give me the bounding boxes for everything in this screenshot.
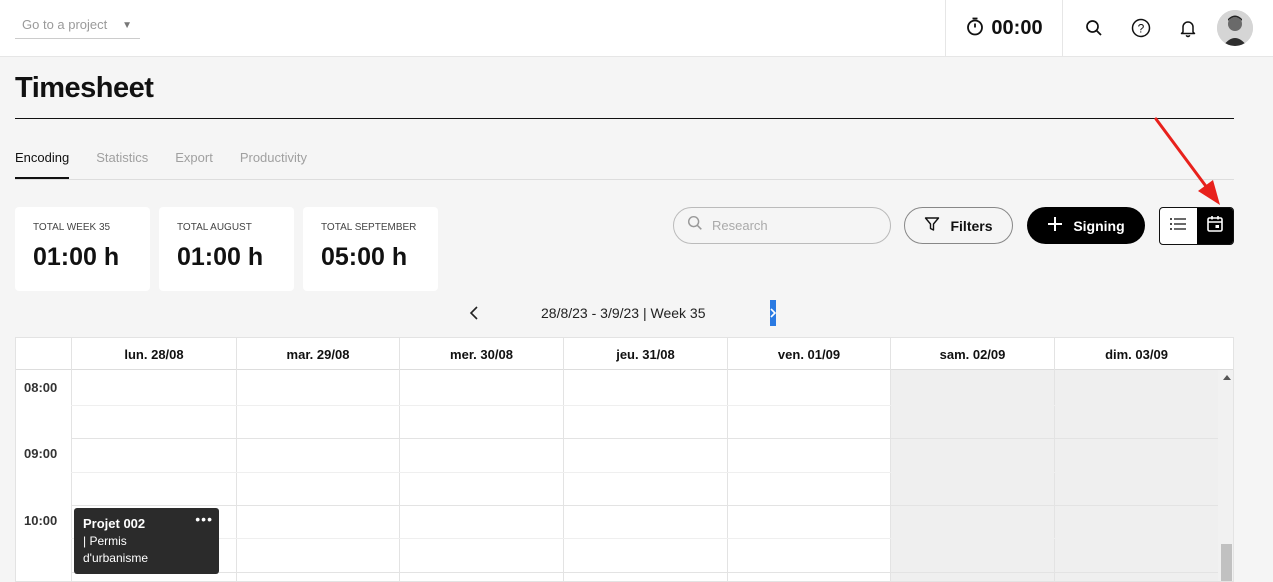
annotation-arrow-icon bbox=[1154, 117, 1220, 205]
stopwatch-icon bbox=[965, 16, 985, 41]
title-divider bbox=[15, 118, 1234, 119]
filter-icon bbox=[924, 216, 940, 235]
stat-value: 05:00 h bbox=[321, 243, 408, 271]
scroll-up-icon[interactable] bbox=[1223, 375, 1231, 380]
time-label: 08:00 bbox=[24, 380, 58, 395]
half-hour-line bbox=[71, 472, 1218, 473]
timer-value: 00:00 bbox=[991, 17, 1043, 39]
calendar-event[interactable]: Projet 002 | Permis d'urbanisme ••• bbox=[74, 508, 219, 574]
column-divider bbox=[563, 370, 564, 581]
filters-label: Filters bbox=[950, 217, 993, 234]
view-toggle bbox=[1159, 207, 1234, 245]
project-select[interactable]: Go to a project ▼ bbox=[15, 11, 140, 39]
top-bar: Go to a project ▼ 00:00 ? bbox=[0, 0, 1273, 57]
calendar-header: lun. 28/08 mar. 29/08 mer. 30/08 jeu. 31… bbox=[16, 338, 1233, 370]
half-hour-line bbox=[71, 405, 1218, 406]
search-icon bbox=[686, 214, 704, 237]
svg-text:?: ? bbox=[1138, 22, 1145, 36]
column-divider bbox=[399, 370, 400, 581]
day-header: dim. 03/09 bbox=[1054, 338, 1218, 370]
day-header: ven. 01/09 bbox=[727, 338, 890, 370]
search-icon[interactable] bbox=[1080, 14, 1108, 42]
hour-line bbox=[71, 438, 1218, 439]
scrollbar-thumb[interactable] bbox=[1221, 544, 1232, 581]
event-description: | Permis d'urbanisme bbox=[83, 534, 148, 565]
tab-export[interactable]: Export bbox=[175, 150, 213, 179]
day-header: lun. 28/08 bbox=[71, 338, 236, 370]
half-hour-line bbox=[71, 538, 1218, 539]
calendar-view-button[interactable] bbox=[1196, 208, 1233, 244]
signing-label: Signing bbox=[1073, 217, 1125, 234]
search-input[interactable] bbox=[712, 218, 872, 233]
chevron-down-icon: ▼ bbox=[122, 20, 132, 31]
column-divider bbox=[727, 370, 728, 581]
column-divider bbox=[1054, 370, 1055, 581]
tab-productivity[interactable]: Productivity bbox=[240, 150, 307, 179]
week-label: 28/8/23 - 3/9/23 | Week 35 bbox=[541, 305, 706, 321]
more-options-icon[interactable]: ••• bbox=[195, 511, 213, 527]
tabs-divider bbox=[15, 179, 1234, 180]
bell-icon[interactable] bbox=[1174, 14, 1202, 42]
avatar[interactable] bbox=[1217, 10, 1253, 46]
stat-card-month: TOTAL AUGUST 01:00 h bbox=[159, 207, 294, 291]
stat-value: 01:00 h bbox=[33, 243, 120, 271]
day-header: mar. 29/08 bbox=[236, 338, 399, 370]
time-label: 10:00 bbox=[24, 513, 58, 528]
tab-bar: Encoding Statistics Export Productivity bbox=[15, 150, 307, 179]
scrollbar[interactable] bbox=[1218, 370, 1233, 581]
tab-encoding[interactable]: Encoding bbox=[15, 150, 70, 179]
stat-label: TOTAL AUGUST bbox=[177, 222, 252, 233]
hour-line bbox=[71, 505, 1218, 506]
calendar-grid: lun. 28/08 mar. 29/08 mer. 30/08 jeu. 31… bbox=[15, 337, 1234, 582]
event-title: Projet 002 bbox=[83, 516, 146, 531]
page-title: Timesheet bbox=[15, 72, 154, 104]
filters-button[interactable]: Filters bbox=[904, 207, 1013, 244]
stat-label: TOTAL WEEK 35 bbox=[33, 222, 111, 233]
help-icon[interactable]: ? bbox=[1127, 14, 1155, 42]
previous-week-button[interactable] bbox=[466, 303, 482, 323]
column-divider bbox=[236, 370, 237, 581]
calendar-view-icon bbox=[1206, 215, 1224, 238]
hour-line bbox=[71, 572, 1218, 573]
column-divider bbox=[890, 370, 891, 581]
stat-value: 01:00 h bbox=[177, 243, 264, 271]
tab-statistics[interactable]: Statistics bbox=[96, 150, 148, 179]
column-divider bbox=[71, 370, 72, 581]
day-header: jeu. 31/08 bbox=[563, 338, 727, 370]
plus-icon bbox=[1047, 216, 1063, 235]
time-label: 09:00 bbox=[24, 446, 58, 461]
stat-label: TOTAL SEPTEMBER bbox=[321, 222, 417, 233]
day-header: mer. 30/08 bbox=[399, 338, 563, 370]
timer[interactable]: 00:00 bbox=[945, 0, 1063, 57]
day-header: sam. 02/09 bbox=[890, 338, 1054, 370]
stat-card-week: TOTAL WEEK 35 01:00 h bbox=[15, 207, 150, 291]
next-week-button[interactable] bbox=[770, 300, 776, 326]
project-select-placeholder: Go to a project bbox=[22, 17, 108, 32]
search-box[interactable] bbox=[673, 207, 891, 244]
list-view-button[interactable] bbox=[1160, 208, 1197, 244]
signing-button[interactable]: Signing bbox=[1027, 207, 1145, 244]
stat-card-next-month: TOTAL SEPTEMBER 05:00 h bbox=[303, 207, 438, 291]
list-view-icon bbox=[1169, 217, 1187, 236]
